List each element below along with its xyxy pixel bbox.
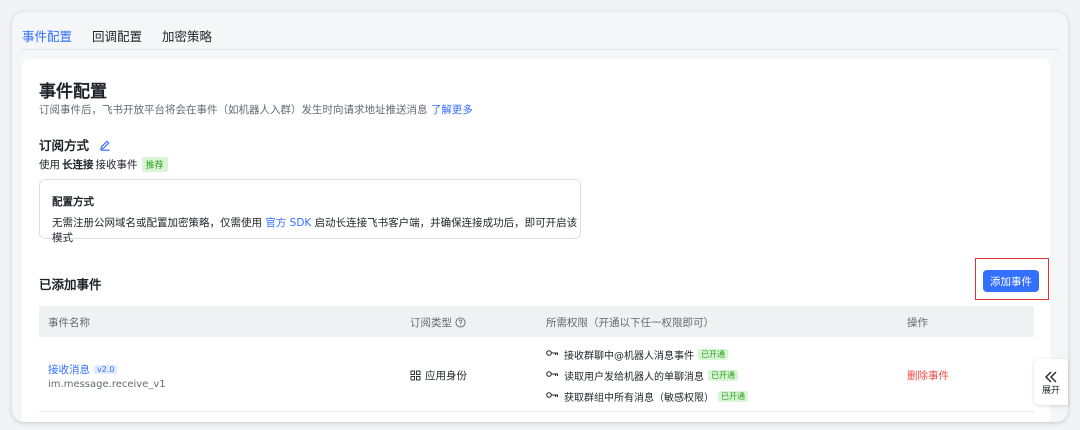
subscription-type-cell: 应用身份 [410, 368, 467, 383]
subscription-title-text: 订阅方式 [39, 138, 90, 153]
official-sdk-link[interactable]: 官方 SDK [265, 217, 311, 229]
key-icon [546, 391, 559, 402]
permission-item: 获取群组中所有消息（敏感权限） 已开通 [546, 389, 748, 404]
column-header-actions: 操作 [907, 317, 928, 329]
use-suffix: 接收事件 [95, 159, 138, 171]
subscription-method-line: 使用 长连接 接收事件 推荐 [39, 157, 168, 172]
page-description: 订阅事件后，飞书开放平台将会在事件（如机器人入群）发生时向请求地址推送消息 了解… [39, 102, 473, 117]
config-method-text: 无需注册公网域名或配置加密策略，仅需使用 官方 SDK 启动长连接飞书客户端，并… [52, 215, 580, 245]
learn-more-link[interactable]: 了解更多 [431, 104, 473, 116]
config-method-box: 配置方式 无需注册公网域名或配置加密策略，仅需使用 官方 SDK 启动长连接飞书… [39, 179, 581, 244]
delete-event-link[interactable]: 删除事件 [907, 368, 949, 383]
permission-label: 接收群聊中@机器人消息事件 [564, 351, 694, 362]
permission-status-badge: 已开通 [708, 370, 738, 381]
subscription-section-title: 订阅方式 [39, 135, 111, 154]
tabs-divider [22, 49, 1058, 50]
permission-label: 获取群组中所有消息（敏感权限） [564, 393, 714, 404]
app-window: 事件配置 回调配置 加密策略 事件配置 订阅事件后，飞书开放平台将会在事件（如机… [12, 12, 1068, 422]
add-event-button[interactable]: 添加事件 [983, 270, 1039, 292]
permission-item: 读取用户发给机器人的单聊消息 已开通 [546, 368, 738, 383]
permission-item: 接收群聊中@机器人消息事件 已开通 [546, 347, 728, 362]
table-row: 接收消息 v2.0 im.message.receive_v1 应用身份 接收群… [39, 337, 1034, 412]
tab-encryption-strategy[interactable]: 加密策略 [162, 22, 212, 60]
main-card: 事件配置 订阅事件后，飞书开放平台将会在事件（如机器人入群）发生时向请求地址推送… [22, 59, 1050, 422]
tab-bar: 事件配置 回调配置 加密策略 [22, 22, 232, 70]
page-title: 事件配置 [39, 82, 107, 102]
expand-panel-button[interactable]: 展开 [1034, 359, 1068, 405]
event-key: im.message.receive_v1 [48, 379, 166, 390]
use-method: 长连接 [62, 159, 94, 171]
tab-event-config[interactable]: 事件配置 [22, 22, 73, 70]
config-method-title: 配置方式 [52, 196, 94, 208]
column-header-subscription-type: 订阅类型 [410, 315, 466, 330]
key-icon [546, 370, 559, 381]
column-header-permissions: 所需权限（开通以下任一权限即可） [546, 317, 714, 329]
permission-label: 读取用户发给机器人的单聊消息 [564, 372, 704, 383]
recommended-badge: 推荐 [141, 157, 168, 172]
permission-status-badge: 已开通 [698, 349, 728, 360]
edit-icon[interactable] [99, 139, 111, 151]
config-text-before: 无需注册公网域名或配置加密策略，仅需使用 [52, 217, 262, 229]
column-header-event-name: 事件名称 [48, 317, 90, 329]
key-icon [546, 349, 559, 360]
events-table-header: 事件名称 订阅类型 所需权限（开通以下任一权限即可） 操作 [39, 306, 1034, 337]
help-circle-icon[interactable] [455, 317, 466, 328]
description-text: 订阅事件后，飞书开放平台将会在事件（如机器人入群）发生时向请求地址推送消息 [39, 104, 428, 116]
added-events-title: 已添加事件 [39, 277, 102, 292]
expand-label: 展开 [1041, 386, 1060, 396]
tab-callback-config[interactable]: 回调配置 [92, 22, 142, 60]
grid-icon [410, 370, 421, 381]
use-prefix: 使用 [39, 159, 60, 171]
add-event-highlight: 添加事件 [975, 258, 1049, 300]
subscription-type-value: 应用身份 [425, 370, 467, 382]
subscription-type-header-label: 订阅类型 [410, 317, 452, 329]
version-badge: v2.0 [94, 365, 118, 374]
event-name: 接收消息 [48, 364, 90, 376]
permission-status-badge: 已开通 [718, 391, 748, 402]
event-name-link[interactable]: 接收消息 v2.0 [48, 362, 118, 377]
double-chevron-left-icon [1044, 368, 1058, 383]
